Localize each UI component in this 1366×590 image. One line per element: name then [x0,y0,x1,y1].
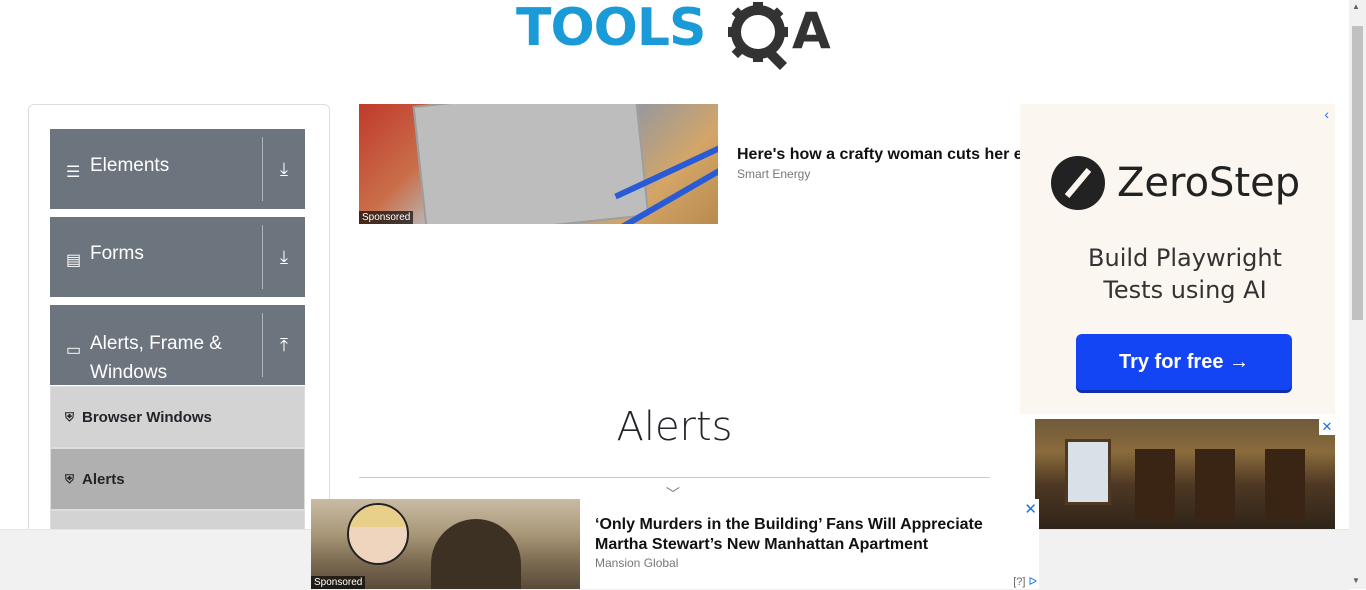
group-label: Alerts, Frame & Windows [90,333,222,383]
zerostep-tagline: Build Playwright Tests using AI [1088,244,1282,304]
bottom-ad[interactable]: Sponsored ‘Only Murders in the Building’… [311,499,1039,589]
sidebar-item-label: Browser Windows [82,408,212,426]
close-icon[interactable]: ✕ [1319,419,1335,435]
zerostep-logo-icon [1051,156,1105,210]
logo-qa-text: A [792,2,831,60]
library-ad-image[interactable]: ✕ [1035,419,1335,529]
sidebar-menu: ⛨ Browser Windows ⛨ Alerts [50,386,305,540]
toolsqa-logo[interactable]: TOOLS A [516,2,838,70]
try-for-free-button[interactable]: Try for free → [1076,334,1292,390]
title-divider [359,477,990,478]
sidebar-group-forms[interactable]: ▤ Forms ⤓ [50,217,305,297]
hamburger-icon: ☰ [66,164,81,181]
group-label: Forms [90,243,144,264]
bottom-ad-title[interactable]: ‘Only Murders in the Building’ Fans Will… [595,515,1015,555]
upload-icon[interactable]: ⤒ [262,313,305,377]
avatar [347,503,409,565]
window-icon: ▭ [66,342,82,359]
ad-top-title[interactable]: Here's how a crafty woman cuts her e [737,146,1021,164]
sponsored-label: Sponsored [311,576,366,589]
scroll-down-icon[interactable]: ▼ [1352,576,1360,585]
group-label: Elements [90,155,170,176]
zerostep-ad[interactable]: ‹ ZeroStep Build Playwright Tests using … [1020,104,1335,414]
download-icon[interactable]: ⤓ [262,137,305,201]
sidebar-group-elements[interactable]: ☰ Elements ⤓ [50,129,305,209]
sidebar-item-alerts[interactable]: ⛨ Alerts [50,448,305,510]
adchoice-label: [?] [1013,576,1026,588]
logo-text: TOOLS [516,2,706,54]
sidebar: ☰ Elements ⤓ ▤ Forms ⤓ ▭ Alerts, Frame &… [28,104,330,586]
download-icon[interactable]: ⤓ [262,225,305,289]
close-icon[interactable]: ✕ [1024,500,1037,518]
bottom-ad-image[interactable]: Sponsored [311,499,580,589]
chevron-left-icon[interactable]: ‹ [1324,106,1329,122]
sidebar-item-browser-windows[interactable]: ⛨ Browser Windows [50,386,305,448]
adchoices-icon[interactable]: [?] ᐅ [1013,575,1037,588]
page-title: Alerts [616,404,733,450]
ad-top-image[interactable]: Sponsored [359,104,718,224]
scroll-up-icon[interactable]: ▲ [1352,2,1360,11]
scrollbar-thumb[interactable] [1352,26,1363,320]
sidebar-item-label: Alerts [82,470,125,488]
html5-icon: ⛨ [65,409,75,424]
zerostep-brand: ZeroStep [1117,160,1301,206]
sidebar-group-alerts-frame-windows[interactable]: ▭ Alerts, Frame & Windows ⤒ [50,305,305,385]
bottom-ad-source[interactable]: Mansion Global [595,556,678,570]
gear-magnifier-icon: A [728,2,831,70]
sponsored-label: Sponsored [359,211,414,224]
html5-icon: ⛨ [65,471,75,486]
ad-top-source[interactable]: Smart Energy [737,167,810,181]
document-icon: ▤ [66,252,82,269]
logo-tools-text: TOOLS [516,0,706,58]
